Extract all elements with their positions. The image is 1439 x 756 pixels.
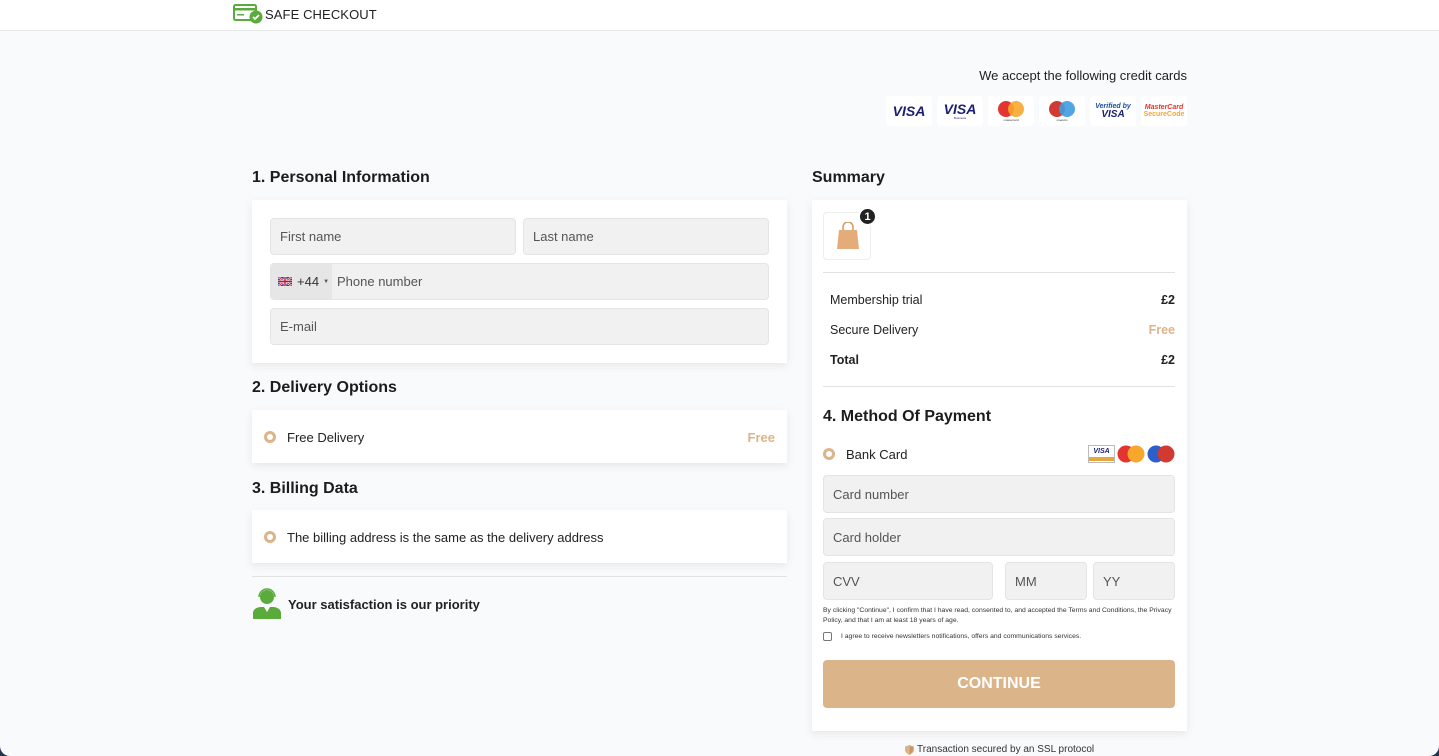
maestro-icon bbox=[1147, 445, 1175, 463]
billing-option[interactable]: The billing address is the same as the d… bbox=[252, 510, 787, 563]
uk-flag-icon bbox=[278, 277, 292, 286]
newsletter-label: I agree to receive newsletters notificat… bbox=[841, 633, 1082, 640]
bank-card-label: Bank Card bbox=[846, 447, 908, 462]
payment-heading: 4. Method Of Payment bbox=[823, 408, 992, 425]
card-holder-input[interactable]: Card holder bbox=[823, 518, 1175, 556]
divider bbox=[252, 576, 787, 577]
visa-business-logo: VISA Business bbox=[937, 96, 983, 126]
divider bbox=[823, 272, 1175, 273]
country-code-select[interactable]: +44 ▼ bbox=[271, 264, 332, 299]
shopping-bag-icon bbox=[837, 222, 859, 249]
expiry-year-input[interactable]: YY bbox=[1093, 562, 1175, 600]
summary-heading: Summary bbox=[812, 169, 885, 186]
accepted-cards: VISA VISA Business mastercard maestro Ver… bbox=[886, 96, 1187, 126]
delivery-heading: 2. Delivery Options bbox=[252, 379, 397, 396]
expiry-month-input[interactable]: MM bbox=[1005, 562, 1087, 600]
personal-info-panel: First name Last name +44 ▼ Phone number … bbox=[252, 200, 787, 363]
first-name-input[interactable]: First name bbox=[270, 218, 516, 255]
card-check-icon bbox=[233, 4, 263, 24]
ssl-notice: Transaction secured by an SSL protocol bbox=[905, 744, 1094, 755]
cart-item-thumb: 1 bbox=[823, 207, 877, 260]
phone-field: +44 ▼ Phone number bbox=[270, 263, 769, 300]
delivery-option-label: Free Delivery bbox=[287, 430, 365, 445]
accepted-cards-label: We accept the following credit cards bbox=[979, 68, 1187, 83]
brand: SAFE CHECKOUT bbox=[233, 4, 377, 24]
verified-by-visa-logo: Verified by VISA bbox=[1090, 96, 1136, 126]
billing-radio[interactable] bbox=[264, 531, 276, 543]
summary-label: Total bbox=[830, 353, 859, 367]
summary-row: Secure Delivery Free bbox=[830, 323, 1175, 337]
terms-text: By clicking "Continue", I confirm that I… bbox=[823, 607, 1172, 624]
payment-card-logos: VISA bbox=[1088, 445, 1175, 463]
cvv-input[interactable]: CVV bbox=[823, 562, 993, 600]
shield-icon bbox=[905, 744, 914, 755]
divider bbox=[823, 386, 1175, 387]
personal-info-heading: 1. Personal Information bbox=[252, 169, 430, 186]
billing-option-label: The billing address is the same as the d… bbox=[287, 530, 604, 545]
site-title: SAFE CHECKOUT bbox=[265, 6, 377, 22]
visa-logo: VISA bbox=[886, 96, 932, 126]
summary-value: Free bbox=[1148, 323, 1175, 337]
last-name-input[interactable]: Last name bbox=[523, 218, 769, 255]
caret-down-icon: ▼ bbox=[323, 278, 330, 285]
bank-card-radio[interactable] bbox=[823, 448, 835, 460]
delivery-price: Free bbox=[747, 430, 775, 445]
summary-label: Secure Delivery bbox=[830, 323, 919, 337]
satisfaction-text: Your satisfaction is our priority bbox=[288, 597, 480, 612]
summary-value: £2 bbox=[1161, 293, 1175, 307]
summary-value: £2 bbox=[1161, 353, 1175, 367]
phone-input[interactable]: Phone number bbox=[337, 274, 422, 289]
top-bar: SAFE CHECKOUT bbox=[0, 0, 1439, 31]
support-agent-icon bbox=[253, 588, 281, 619]
mastercard-logo: mastercard bbox=[988, 96, 1034, 126]
continue-button[interactable]: CONTINUE bbox=[823, 660, 1175, 708]
mastercard-icon bbox=[1117, 445, 1145, 463]
ssl-text: Transaction secured by an SSL protocol bbox=[917, 744, 1095, 755]
visa-card-icon: VISA bbox=[1088, 445, 1115, 463]
newsletter-checkbox[interactable] bbox=[823, 632, 832, 641]
summary-panel: 1 Membership trial £2 Secure Delivery Free… bbox=[812, 200, 1187, 731]
cart-count-badge: 1 bbox=[858, 207, 877, 226]
billing-heading: 3. Billing Data bbox=[252, 480, 358, 497]
mastercard-securecode-logo: MasterCard SecureCode bbox=[1141, 96, 1187, 126]
delivery-radio[interactable] bbox=[264, 431, 276, 443]
summary-label: Membership trial bbox=[830, 293, 923, 307]
card-number-input[interactable]: Card number bbox=[823, 475, 1175, 513]
summary-row: Membership trial £2 bbox=[830, 293, 1175, 307]
phone-code: +44 bbox=[297, 274, 320, 289]
maestro-logo: maestro bbox=[1039, 96, 1085, 126]
email-input[interactable]: E-mail bbox=[270, 308, 769, 345]
summary-total-row: Total £2 bbox=[830, 353, 1175, 367]
delivery-option[interactable]: Free Delivery Free bbox=[252, 410, 787, 463]
checkout-page: SAFE CHECKOUT We accept the following cr… bbox=[0, 0, 1439, 756]
